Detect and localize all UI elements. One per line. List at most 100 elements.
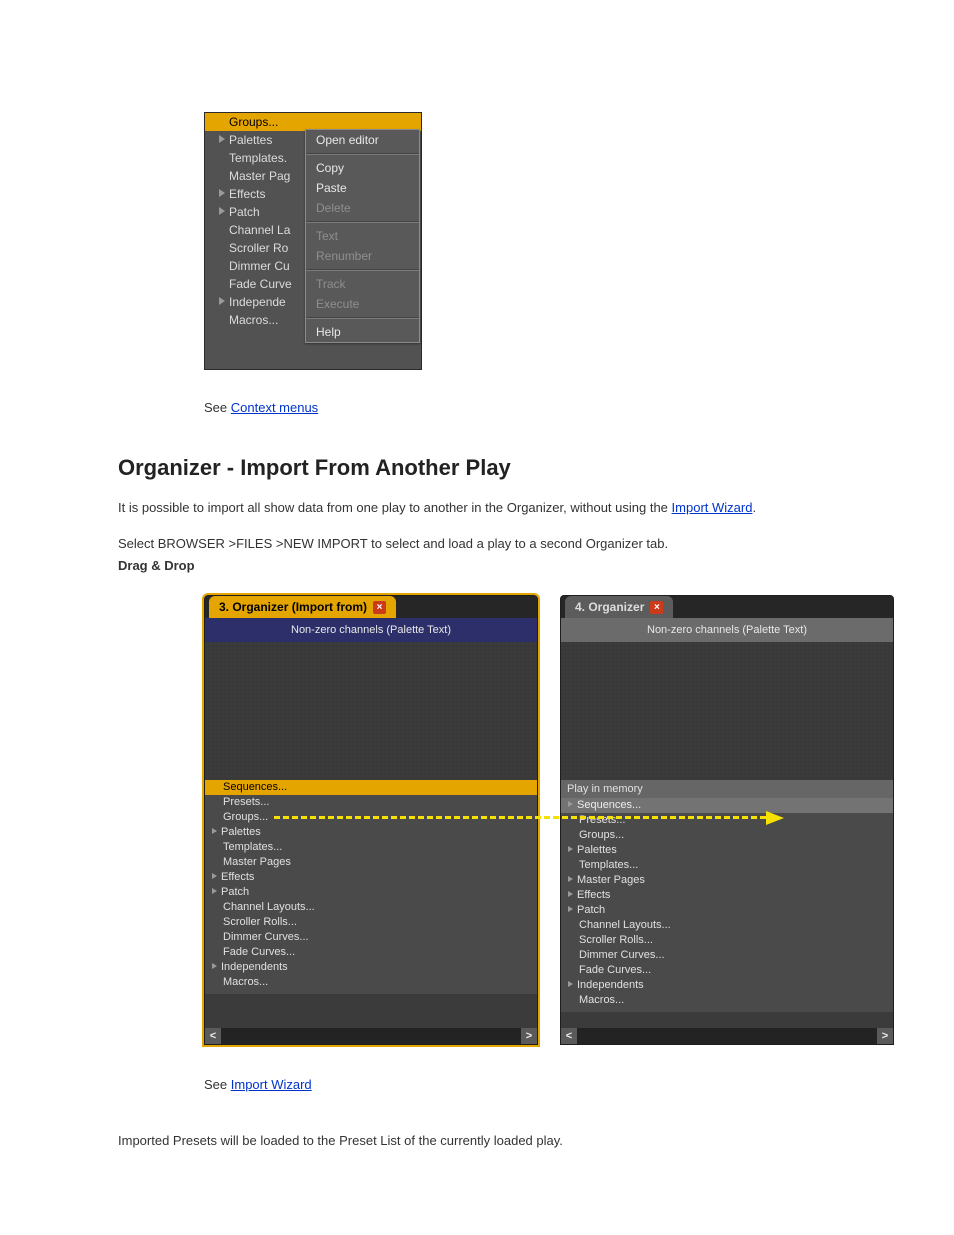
tree-item[interactable]: Channel Layouts...	[205, 900, 537, 915]
tree-item-label: Independents	[221, 961, 288, 973]
play-in-memory-label: Play in memory	[561, 780, 893, 798]
organizer-tree: Sequences...Presets... Groups...Palettes T…	[561, 798, 893, 1012]
organizer-import-panel: 3. Organizer (Import from) × Non-zero ch…	[204, 595, 538, 1045]
instruction-1: Select BROWSER >FILES >NEW IMPORT to sel…	[118, 535, 890, 553]
tree-item[interactable]: Dimmer Curves...	[205, 930, 537, 945]
expand-icon[interactable]	[219, 207, 225, 215]
scroll-track[interactable]	[577, 1028, 877, 1044]
tree-item[interactable]: Fade Curves...	[561, 963, 893, 978]
menu-separator	[306, 221, 419, 223]
menu-separator	[306, 317, 419, 319]
tree-item-label: Macros...	[229, 313, 278, 327]
expand-icon[interactable]	[219, 135, 225, 143]
menu-item: Delete	[306, 198, 419, 218]
tree-item[interactable]: Palettes	[561, 843, 893, 858]
expand-icon[interactable]	[212, 963, 217, 969]
tree-item[interactable]: Macros...	[561, 993, 893, 1008]
tree-item-label: Scroller Rolls...	[579, 934, 653, 946]
tab-strip: 3. Organizer (Import from) ×	[205, 596, 537, 618]
tree-item[interactable]: Templates...	[205, 840, 537, 855]
tree-item[interactable]: Scroller Rolls...	[561, 933, 893, 948]
tree-item[interactable]: Presets...	[561, 813, 893, 828]
tree-item-label: Groups...	[223, 811, 268, 823]
organizer-panel: 4. Organizer × Non-zero channels (Palett…	[560, 595, 894, 1045]
expand-icon[interactable]	[568, 846, 573, 852]
tree-item[interactable]: Master Pages	[561, 873, 893, 888]
context-menu: Open editorCopyPasteDeleteTextRenumberTr…	[305, 129, 420, 343]
tree-item-label: Presets...	[223, 796, 269, 808]
tree-item-label: Dimmer Cu	[229, 259, 290, 273]
tree-item-label: Channel Layouts...	[579, 919, 671, 931]
scroll-right-icon[interactable]: >	[877, 1028, 893, 1044]
tree-item[interactable]: Groups...	[205, 810, 537, 825]
tree-item-label: Presets...	[579, 814, 625, 826]
scroll-track[interactable]	[221, 1028, 521, 1044]
organizer-tree: Sequences...Presets... Groups... PalettesT…	[205, 780, 537, 994]
tree-item[interactable]: Templates...	[561, 858, 893, 873]
tree-item-label: Patch	[577, 904, 605, 916]
expand-icon[interactable]	[568, 906, 573, 912]
import-wizard-link[interactable]: Import Wizard	[231, 1077, 312, 1092]
tree-item-label: Patch	[229, 205, 260, 219]
tree-item[interactable]: Fade Curves...	[205, 945, 537, 960]
tree-item[interactable]: Patch	[561, 903, 893, 918]
see-label: See	[204, 400, 231, 415]
preview-area	[561, 642, 893, 780]
menu-separator	[306, 269, 419, 271]
menu-item[interactable]: Help	[306, 322, 419, 342]
organizer-import-tab[interactable]: 3. Organizer (Import from) ×	[209, 596, 396, 618]
tree-item[interactable]: Independents	[561, 978, 893, 993]
tree-item-label: Palettes	[229, 133, 272, 147]
tree-item[interactable]: Palettes	[205, 825, 537, 840]
section-heading: Organizer - Import From Another Play	[118, 455, 954, 481]
scroll-left-icon[interactable]: <	[205, 1028, 221, 1044]
h-scrollbar[interactable]: < >	[561, 1028, 893, 1044]
see-context-menus: See Context menus	[204, 400, 954, 415]
expand-icon[interactable]	[219, 297, 225, 305]
close-icon[interactable]: ×	[650, 601, 663, 614]
menu-item[interactable]: Paste	[306, 178, 419, 198]
expand-icon[interactable]	[568, 981, 573, 987]
h-scrollbar[interactable]: < >	[205, 1028, 537, 1044]
preview-area	[205, 642, 537, 780]
tree-item-label: Channel La	[229, 223, 290, 237]
tree-item-label: Fade Curves...	[579, 964, 651, 976]
tree-item[interactable]: Presets...	[205, 795, 537, 810]
tree-item-label: Groups...	[229, 115, 278, 129]
instruction-2: Imported Presets will be loaded to the P…	[118, 1132, 890, 1150]
expand-icon[interactable]	[219, 189, 225, 197]
expand-icon[interactable]	[212, 873, 217, 879]
organizer-tab[interactable]: 4. Organizer ×	[565, 596, 673, 618]
tree-item-label: Master Pages	[577, 874, 645, 886]
tree-item-label: Dimmer Curves...	[579, 949, 665, 961]
expand-icon[interactable]	[212, 888, 217, 894]
menu-item[interactable]: Copy	[306, 158, 419, 178]
expand-icon[interactable]	[568, 876, 573, 882]
tree-item[interactable]: Independents	[205, 960, 537, 975]
scroll-left-icon[interactable]: <	[561, 1028, 577, 1044]
close-icon[interactable]: ×	[373, 601, 386, 614]
expand-icon[interactable]	[212, 828, 217, 834]
context-menus-link[interactable]: Context menus	[231, 400, 318, 415]
scroll-right-icon[interactable]: >	[521, 1028, 537, 1044]
tree-item-label: Macros...	[579, 994, 624, 1006]
menu-item[interactable]: Open editor	[306, 130, 419, 150]
tree-item[interactable]: Effects	[561, 888, 893, 903]
dual-organizer-screenshot: 3. Organizer (Import from) × Non-zero ch…	[204, 595, 896, 1047]
tree-item[interactable]: Patch	[205, 885, 537, 900]
column-header: Non-zero channels (Palette Text)	[561, 618, 893, 642]
expand-icon[interactable]	[568, 891, 573, 897]
tree-item[interactable]: Macros...	[205, 975, 537, 990]
tree-item[interactable]: Sequences...	[205, 780, 537, 795]
tree-item[interactable]: Scroller Rolls...	[205, 915, 537, 930]
import-wizard-link[interactable]: Import Wizard	[672, 500, 753, 515]
tree-item[interactable]: Channel Layouts...	[561, 918, 893, 933]
tree-item-label: Palettes	[577, 844, 617, 856]
tree-item[interactable]: Effects	[205, 870, 537, 885]
tree-item[interactable]: Sequences...	[561, 798, 893, 813]
tree-item[interactable]: Groups...	[561, 828, 893, 843]
tree-item[interactable]: Dimmer Curves...	[561, 948, 893, 963]
tree-item-label: Dimmer Curves...	[223, 931, 309, 943]
expand-icon[interactable]	[568, 801, 573, 807]
tree-item[interactable]: Master Pages	[205, 855, 537, 870]
